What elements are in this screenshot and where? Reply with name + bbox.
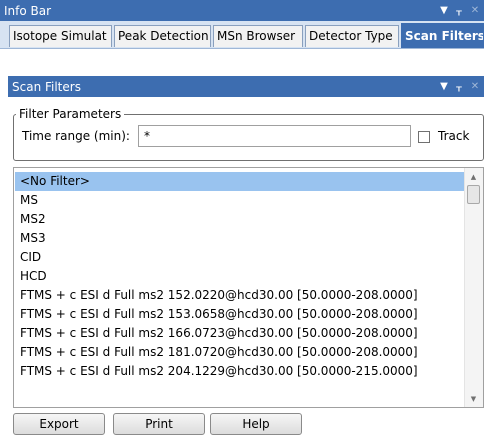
tab-msn-browser[interactable]: MSn Browser [213, 25, 303, 47]
print-button[interactable]: Print [113, 413, 205, 435]
time-range-input[interactable]: * [138, 125, 411, 147]
filter-parameters-legend: Filter Parameters [19, 107, 122, 121]
scan-filter-list[interactable]: <No Filter> MS MS2 MS3 CID HCD FTMS + c … [13, 167, 484, 408]
tab-isotope-simulation[interactable]: Isotope Simulat [9, 25, 112, 47]
list-item[interactable]: FTMS + c ESI d Full ms2 152.0220@hcd30.0… [20, 286, 418, 305]
list-scrollbar[interactable]: ▲ ▼ [464, 168, 483, 407]
list-item[interactable]: FTMS + c ESI d Full ms2 153.0658@hcd30.0… [20, 305, 418, 324]
info-bar-titlebar: Info Bar ▼ ᚁ ✕ [0, 0, 484, 21]
list-item[interactable]: MS2 [20, 210, 46, 229]
scroll-thumb[interactable] [467, 185, 480, 204]
chevron-down-icon[interactable]: ▼ [437, 0, 451, 21]
scan-filters-titlebar: Scan Filters ▼ ᚁ ✕ [8, 76, 484, 97]
scan-filters-title: Scan Filters [12, 79, 81, 94]
list-item[interactable]: HCD [20, 267, 47, 286]
list-item[interactable]: FTMS + c ESI d Full ms2 181.0720@hcd30.0… [20, 343, 418, 362]
info-bar-title: Info Bar [4, 3, 52, 18]
chevron-down-icon[interactable]: ▼ [437, 76, 451, 97]
tab-scan-filters[interactable]: Scan Filters [401, 23, 484, 48]
time-range-label: Time range (min): [22, 129, 130, 143]
list-item[interactable]: <No Filter> [15, 172, 466, 191]
tab-peak-detection[interactable]: Peak Detection [114, 25, 211, 47]
list-item[interactable]: FTMS + c ESI d Full ms2 204.1229@hcd30.0… [20, 362, 418, 381]
list-item[interactable]: MS3 [20, 229, 46, 248]
tab-strip: Isotope Simulat Peak Detection MSn Brows… [0, 21, 484, 49]
help-button[interactable]: Help [210, 413, 302, 435]
scroll-down-icon[interactable]: ▼ [465, 390, 482, 407]
pin-icon[interactable]: ᚁ [452, 76, 466, 97]
pin-icon[interactable]: ᚁ [452, 0, 466, 21]
list-item[interactable]: CID [20, 248, 41, 267]
track-checkbox[interactable] [418, 131, 430, 143]
scroll-up-icon[interactable]: ▲ [465, 168, 482, 185]
track-label: Track [438, 129, 470, 143]
tab-detector-type[interactable]: Detector Type [305, 25, 399, 47]
export-button[interactable]: Export [13, 413, 105, 435]
close-icon[interactable]: ✕ [468, 76, 482, 97]
list-item[interactable]: MS [20, 191, 38, 210]
list-item[interactable]: FTMS + c ESI d Full ms2 166.0723@hcd30.0… [20, 324, 418, 343]
close-icon[interactable]: ✕ [468, 0, 482, 21]
